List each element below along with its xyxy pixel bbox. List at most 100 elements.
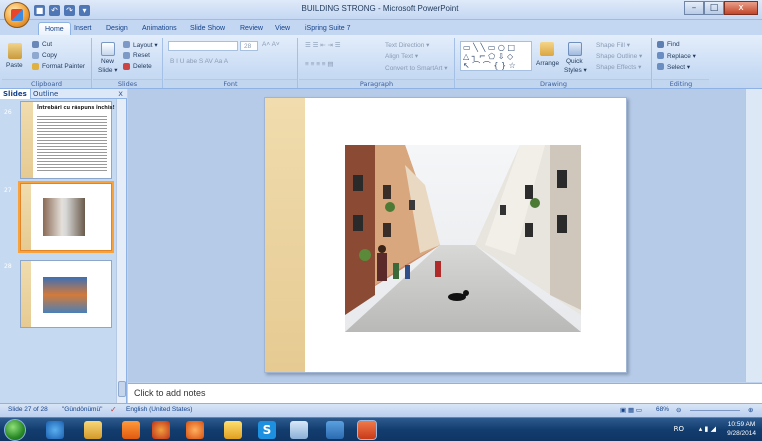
theme-name[interactable]: "Gündönümü" bbox=[62, 406, 102, 413]
slide-number: 28 bbox=[4, 263, 12, 270]
tab-slides[interactable]: Slides bbox=[0, 89, 31, 99]
close-button[interactable]: x bbox=[724, 1, 758, 15]
format-painter-button[interactable]: Format Painter bbox=[42, 63, 85, 70]
current-slide[interactable] bbox=[264, 97, 627, 373]
drawing-label: Drawing bbox=[456, 79, 651, 88]
delete-button[interactable]: Delete bbox=[133, 63, 152, 70]
zoom-slider[interactable] bbox=[690, 410, 740, 411]
grow-shrink-font-icon[interactable]: A˄ A˅ bbox=[262, 41, 280, 48]
slide-thumbnail-28[interactable] bbox=[20, 260, 112, 328]
shape-fill-button[interactable]: Shape Fill ▾ bbox=[596, 41, 630, 49]
font-name-box[interactable] bbox=[168, 41, 238, 51]
tab-slide-show[interactable]: Slide Show bbox=[190, 22, 225, 35]
font-label: Font bbox=[164, 79, 297, 88]
internet-explorer-icon[interactable] bbox=[46, 421, 64, 439]
reset-icon bbox=[123, 52, 130, 59]
office-button[interactable] bbox=[4, 2, 30, 28]
arrange-button[interactable]: Arrange bbox=[536, 60, 559, 67]
find-button[interactable]: Find bbox=[667, 41, 680, 48]
select-button[interactable]: Select ▾ bbox=[667, 63, 690, 71]
media-player-icon[interactable] bbox=[186, 421, 204, 439]
picture-viewer-icon[interactable] bbox=[326, 421, 344, 439]
quick-styles-button[interactable]: Quick bbox=[566, 58, 583, 65]
undo-icon[interactable]: ↶ bbox=[49, 4, 60, 16]
tray-icons[interactable]: ▴ ▮ ◢ bbox=[699, 425, 716, 433]
view-buttons[interactable]: ▣ ▦ ▭ bbox=[620, 406, 642, 414]
powerpoint-icon[interactable] bbox=[357, 420, 377, 440]
slide-thumbnail-27[interactable] bbox=[18, 181, 114, 253]
font-size-box[interactable]: 28 bbox=[240, 41, 258, 51]
layout-button[interactable]: Layout ▾ bbox=[133, 41, 158, 49]
window-controls: – □ x bbox=[684, 1, 758, 15]
align-text-button[interactable]: Align Text ▾ bbox=[385, 52, 418, 60]
start-button[interactable] bbox=[4, 419, 26, 441]
tab-outline[interactable]: Outline bbox=[30, 89, 61, 99]
file-explorer-icon[interactable] bbox=[84, 421, 102, 439]
minimize-button[interactable]: – bbox=[684, 1, 704, 15]
paste-button[interactable]: Paste bbox=[6, 62, 23, 69]
new-slide-dropdown[interactable]: Slide ▾ bbox=[98, 66, 118, 74]
tab-home[interactable]: Home bbox=[38, 22, 71, 35]
font-format-icons[interactable]: B I U abe S AV Aa A bbox=[170, 58, 228, 65]
language-bar[interactable]: RO bbox=[674, 425, 684, 433]
customize-icon[interactable]: ▾ bbox=[79, 4, 90, 16]
editor-scrollbar[interactable] bbox=[745, 89, 762, 382]
ribbon: Paste Cut Copy Format Painter Clipboard … bbox=[0, 35, 762, 89]
zoom-in-icon[interactable]: ⊕ bbox=[748, 406, 753, 414]
list-icons[interactable]: ☰ ☰ ⇤ ⇥ ☰ bbox=[305, 41, 341, 49]
alignment-icons[interactable]: ≡ ≡ ≡ ≡ ▤ bbox=[305, 60, 334, 68]
slide-thumbnail-26[interactable]: Întrebări cu răspuns închis! bbox=[20, 101, 115, 179]
shapes-gallery[interactable]: ▭ ╲ ╲ ▭ ○ □ △ ┐ ⌐ ⬠ ⇩ ◇ ↖ ⌒ ⌒ { } ☆ bbox=[460, 41, 532, 71]
skype-icon[interactable]: S bbox=[258, 421, 276, 439]
shape-outline-button[interactable]: Shape Outline ▾ bbox=[596, 52, 642, 60]
street-photo[interactable] bbox=[345, 145, 581, 332]
tab-review[interactable]: Review bbox=[240, 22, 263, 35]
font-group: 28 A˄ A˅ B I U abe S AV Aa A Font bbox=[164, 38, 298, 88]
paste-icon[interactable] bbox=[8, 43, 22, 59]
clock-date: 9/28/2014 bbox=[727, 430, 756, 437]
select-icon bbox=[657, 63, 664, 70]
notepad-icon[interactable] bbox=[290, 421, 308, 439]
shape-effects-button[interactable]: Shape Effects ▾ bbox=[596, 63, 641, 71]
format-painter-icon bbox=[32, 63, 39, 70]
vlc-icon[interactable] bbox=[122, 421, 140, 439]
cut-icon bbox=[32, 41, 39, 48]
paint-icon[interactable] bbox=[224, 421, 242, 439]
language-indicator[interactable]: English (United States) bbox=[126, 406, 192, 413]
copy-icon bbox=[32, 52, 39, 59]
convert-smartart-button[interactable]: Convert to SmartArt ▾ bbox=[385, 64, 448, 72]
clipboard-group: Paste Cut Copy Format Painter Clipboard bbox=[2, 38, 92, 88]
copy-button[interactable]: Copy bbox=[42, 52, 57, 59]
cut-button[interactable]: Cut bbox=[42, 41, 52, 48]
replace-button[interactable]: Replace ▾ bbox=[667, 52, 696, 60]
reset-button[interactable]: Reset bbox=[133, 52, 150, 59]
arrange-icon[interactable] bbox=[540, 42, 554, 56]
firefox-icon[interactable] bbox=[152, 421, 170, 439]
tab-insert[interactable]: Insert bbox=[74, 22, 92, 35]
notes-pane[interactable]: Click to add notes bbox=[128, 383, 762, 403]
close-panel-icon[interactable]: x bbox=[118, 89, 123, 99]
tab-design[interactable]: Design bbox=[106, 22, 128, 35]
panel-scrollbar[interactable] bbox=[116, 99, 126, 403]
quick-styles-icon[interactable] bbox=[568, 42, 582, 56]
clock[interactable]: 10:59 AM 9/28/2014 bbox=[727, 420, 756, 438]
save-icon[interactable]: ■ bbox=[34, 4, 45, 16]
panel-scroll-thumb[interactable] bbox=[118, 381, 126, 397]
tab-ispring[interactable]: iSpring Suite 7 bbox=[305, 22, 351, 35]
spellcheck-icon[interactable]: ✓ bbox=[110, 405, 117, 414]
delete-icon bbox=[123, 63, 130, 70]
tab-view[interactable]: View bbox=[275, 22, 290, 35]
quick-styles-dropdown[interactable]: Styles ▾ bbox=[564, 66, 587, 74]
zoom-level[interactable]: 68% bbox=[656, 406, 669, 413]
taskbar: S RO ▴ ▮ ◢ 10:59 AM 9/28/2014 bbox=[0, 417, 762, 441]
text-direction-button[interactable]: Text Direction ▾ bbox=[385, 41, 429, 49]
slides-panel: Slides Outline x 26 Întrebări cu răspuns… bbox=[0, 89, 127, 403]
quick-access-toolbar: ■ ↶ ↷ ▾ bbox=[34, 3, 90, 17]
thumbnail-title: Întrebări cu răspuns închis! bbox=[37, 105, 115, 111]
new-slide-icon[interactable] bbox=[101, 42, 115, 56]
maximize-button[interactable]: □ bbox=[704, 1, 724, 15]
redo-icon[interactable]: ↷ bbox=[64, 4, 75, 16]
tab-animations[interactable]: Animations bbox=[142, 22, 177, 35]
new-slide-button[interactable]: New bbox=[101, 58, 114, 65]
zoom-out-icon[interactable]: ⊖ bbox=[676, 406, 681, 414]
